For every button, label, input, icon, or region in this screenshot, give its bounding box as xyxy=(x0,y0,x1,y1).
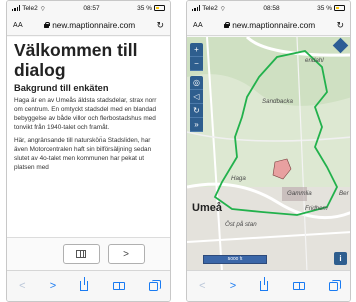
address-bar[interactable]: AA new.maptionnaire.com ↻ xyxy=(7,15,170,36)
battery-icon xyxy=(334,5,345,11)
browser-toolbar: < > xyxy=(7,270,170,301)
address-bar[interactable]: AA new.maptionnaire.com ↻ xyxy=(187,15,350,36)
map-label: Ber xyxy=(339,190,349,197)
reload-icon[interactable]: ↻ xyxy=(156,20,164,31)
page-subtitle: Bakgrund till enkäten xyxy=(14,83,109,93)
book-icon[interactable] xyxy=(292,282,305,290)
forward-button[interactable]: > xyxy=(50,280,56,292)
map-label: endahl xyxy=(305,57,324,64)
refresh-icon[interactable]: ↻ xyxy=(190,104,203,118)
reload-icon[interactable]: ↻ xyxy=(336,20,344,31)
next-button[interactable]: > xyxy=(107,244,145,264)
text-size-button[interactable]: AA xyxy=(13,22,23,29)
navigate-icon[interactable]: ◁ xyxy=(190,90,203,104)
back-button[interactable]: < xyxy=(19,280,25,292)
map-button[interactable] xyxy=(62,244,100,264)
map-icon xyxy=(76,250,86,258)
zoom-in-button[interactable]: + xyxy=(190,43,203,57)
phone-left: Tele2 ⌔ 08:57 35 % AA new.maptionnaire.c… xyxy=(6,0,171,302)
info-button[interactable]: i xyxy=(334,252,347,265)
carrier: Tele2 xyxy=(22,4,38,12)
status-bar: Tele2 ⌔ 08:58 35 % xyxy=(187,1,350,15)
map-label: Gammlia xyxy=(287,190,312,197)
battery-icon xyxy=(154,5,165,11)
locate-icon[interactable]: ◎ xyxy=(190,76,203,90)
page-title: Välkommen till dialog xyxy=(14,40,138,80)
paragraph: Haga är en av Umeås äldsta stadsdelar, s… xyxy=(14,97,157,131)
zoom-controls: + − xyxy=(190,43,203,71)
map-label: Fridhem xyxy=(305,205,328,212)
map-label: Haga xyxy=(231,175,246,182)
map-canvas[interactable] xyxy=(187,37,350,270)
map-view[interactable]: Sandbacka Haga Gammlia Fridhem Öst på st… xyxy=(187,37,350,270)
lock-icon xyxy=(44,22,51,28)
signal-icon xyxy=(192,5,201,11)
share-icon[interactable] xyxy=(80,277,89,291)
map-tools: ◎ ◁ ↻ » xyxy=(190,76,203,132)
url-text[interactable]: new.maptionnaire.com xyxy=(232,20,315,30)
share-icon[interactable] xyxy=(260,277,269,291)
paragraph: Här, angränsande till naturskön̈a Stadsl… xyxy=(14,137,152,171)
signal-icon xyxy=(12,5,21,11)
scale-bar: 5000 ft xyxy=(203,255,267,264)
url-text[interactable]: new.maptionnaire.com xyxy=(52,20,135,30)
expand-icon[interactable]: » xyxy=(190,118,203,132)
wifi-icon: ⌔ xyxy=(39,5,46,13)
battery-text: 35 % xyxy=(317,4,332,12)
zoom-out-button[interactable]: − xyxy=(190,57,203,71)
book-icon[interactable] xyxy=(112,282,125,290)
tabs-icon[interactable] xyxy=(328,279,341,291)
carrier: Tele2 xyxy=(202,4,218,12)
map-label: Öst på stan xyxy=(225,221,257,228)
status-bar: Tele2 ⌔ 08:57 35 % xyxy=(7,1,170,15)
wifi-icon: ⌔ xyxy=(219,5,226,13)
lock-icon xyxy=(224,22,231,28)
map-label: Sandbacka xyxy=(262,98,293,105)
tabs-icon[interactable] xyxy=(148,279,161,291)
phone-right: Tele2 ⌔ 08:58 35 % AA new.maptionnaire.c… xyxy=(186,0,351,302)
clock: 08:57 xyxy=(83,4,100,12)
forward-button[interactable]: > xyxy=(230,280,236,292)
city-label: Umeå xyxy=(192,202,222,214)
battery-text: 35 % xyxy=(137,4,152,12)
text-size-button[interactable]: AA xyxy=(193,22,203,29)
browser-toolbar: < > xyxy=(187,270,350,301)
page-content: Välkommen till dialog Bakgrund till enkä… xyxy=(7,37,170,237)
clock: 08:58 xyxy=(263,4,280,12)
pager: > xyxy=(7,237,170,270)
back-button[interactable]: < xyxy=(199,280,205,292)
